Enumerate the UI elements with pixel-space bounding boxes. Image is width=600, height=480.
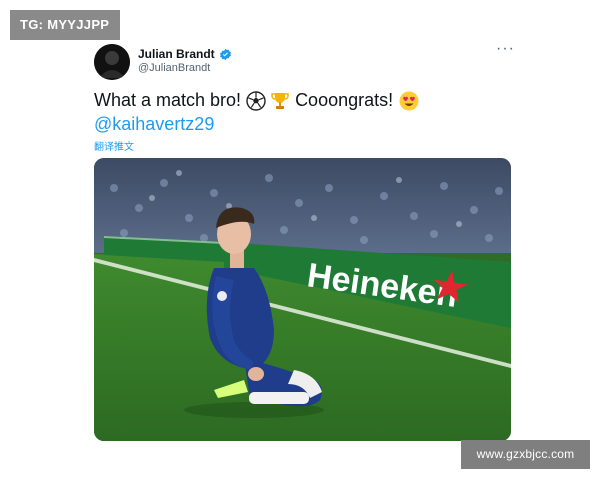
more-horizontal-icon[interactable]: ···: [496, 41, 514, 60]
tweet-photo[interactable]: Heineken: [94, 158, 511, 441]
mention-link[interactable]: @kaihavertz29: [94, 114, 214, 135]
watermark-bottom: www.gzxbjcc.com: [461, 440, 590, 469]
soccer-ball-emoji: [246, 90, 266, 111]
watermark-top: TG: MYYJJPP: [10, 10, 120, 40]
tweet-card[interactable]: Julian Brandt @JulianBrandt ··· What a m…: [92, 41, 514, 442]
photo-scene: Heineken: [94, 158, 511, 441]
page: TG: MYYJJPP Julian Brandt @JulianBrandt …: [0, 0, 600, 480]
tweet-text-part2: Cooongrats!: [295, 90, 394, 110]
author-name[interactable]: Julian Brandt: [138, 47, 215, 61]
author-row: Julian Brandt: [138, 46, 232, 62]
trophy-emoji: [270, 91, 290, 111]
translate-tweet-link[interactable]: 翻译推文: [94, 138, 134, 153]
tweet-text-part1: What a match bro!: [94, 90, 242, 110]
heart-eyes-emoji: [399, 91, 419, 111]
author-handle[interactable]: @JulianBrandt: [138, 62, 210, 74]
tweet-text: What a match bro! Cooongrats!: [94, 90, 421, 111]
avatar[interactable]: [94, 44, 130, 80]
verified-badge-icon: [219, 48, 232, 61]
